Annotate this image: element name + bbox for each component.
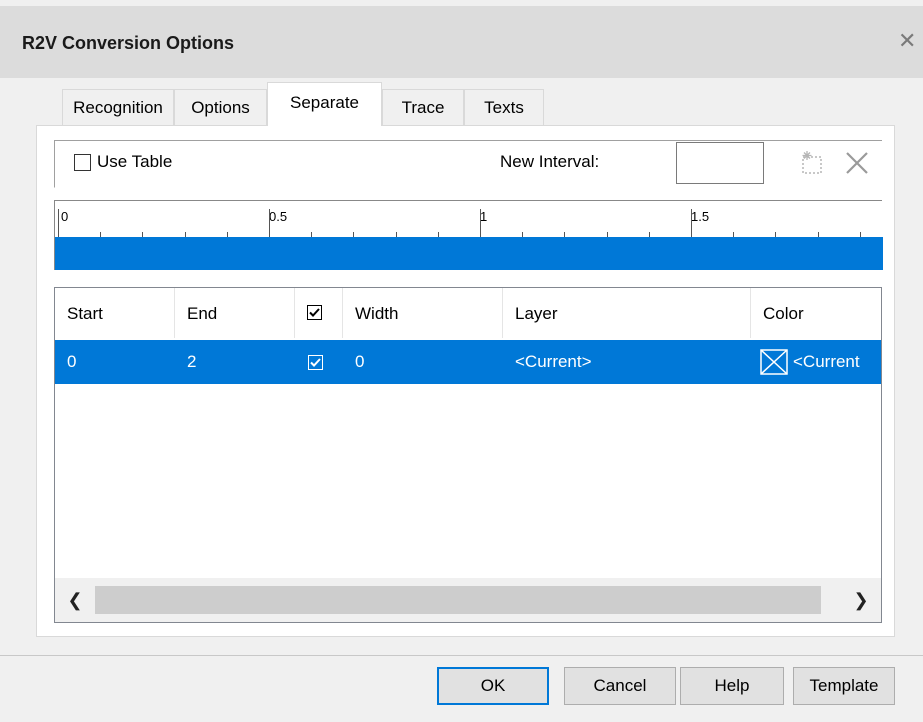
tab-label: Trace: [401, 98, 445, 117]
row-checkbox[interactable]: [308, 355, 323, 370]
check-icon: [309, 308, 320, 317]
new-interval-label: New Interval:: [500, 152, 600, 171]
footer-divider: [0, 655, 923, 656]
scroll-thumb[interactable]: [95, 586, 821, 614]
ruler-label: 1: [480, 209, 488, 224]
tab-label: Options: [191, 98, 250, 117]
color-swatch-icon: [760, 349, 788, 380]
cell-start: 0: [67, 352, 77, 371]
ruler-label: 1.5: [691, 209, 710, 224]
scroll-right-icon[interactable]: ❯: [841, 578, 881, 622]
ruler-tick: [480, 209, 481, 237]
use-table-label: Use Table: [97, 152, 173, 171]
tab-trace[interactable]: Trace: [382, 89, 464, 125]
column-header-color[interactable]: Color: [751, 288, 881, 338]
intervals-table: Start End Width Layer Color 0 2 0 <Curre…: [54, 287, 882, 623]
cell-color: <Current: [793, 352, 860, 371]
help-button[interactable]: Help: [680, 667, 784, 705]
r2v-conversion-options-dialog: R2V Conversion Options ✕ Recognition Opt…: [0, 0, 923, 722]
ruler-tick: [691, 209, 692, 237]
tab-label: Texts: [484, 98, 524, 117]
ruler-label: 0.5: [269, 209, 288, 224]
interval-bar[interactable]: [55, 237, 883, 270]
dialog-title: R2V Conversion Options: [22, 33, 235, 53]
scroll-left-icon[interactable]: ❮: [55, 578, 95, 622]
header-checkbox[interactable]: [307, 305, 322, 320]
column-header-width[interactable]: Width: [343, 288, 503, 338]
tab-texts[interactable]: Texts: [464, 89, 544, 125]
column-header-end[interactable]: End: [175, 288, 295, 338]
cell-end: 2: [187, 352, 197, 371]
tab-separate[interactable]: Separate: [267, 82, 382, 126]
column-header-check[interactable]: [295, 288, 343, 338]
check-icon: [310, 358, 321, 367]
column-header-layer[interactable]: Layer: [503, 288, 751, 338]
column-header-start[interactable]: Start: [55, 288, 175, 338]
template-button[interactable]: Template: [793, 667, 895, 705]
ruler-tick: [58, 209, 59, 237]
table-row[interactable]: 0 2 0 <Current> <Current: [55, 340, 881, 384]
tab-recognition[interactable]: Recognition: [62, 89, 174, 125]
use-table-checkbox[interactable]: [74, 154, 91, 171]
ruler-tick: [269, 209, 270, 237]
tab-options[interactable]: Options: [174, 89, 267, 125]
cell-layer: <Current>: [515, 352, 592, 371]
ruler-label: 0: [61, 209, 69, 224]
ok-button[interactable]: OK: [437, 667, 549, 705]
new-interval-input[interactable]: [676, 142, 764, 184]
interval-ruler[interactable]: 0 0.5 1 1.5: [54, 200, 883, 270]
tab-label: Recognition: [73, 98, 163, 117]
title-bar: R2V Conversion Options ✕: [0, 6, 923, 78]
horizontal-scrollbar[interactable]: ❮ ❯: [55, 578, 881, 622]
tab-label: Separate: [290, 93, 359, 112]
cancel-button[interactable]: Cancel: [564, 667, 676, 705]
close-icon[interactable]: ✕: [898, 28, 916, 54]
add-interval-icon[interactable]: [798, 148, 826, 183]
cell-width: 0: [355, 352, 365, 371]
delete-interval-icon[interactable]: [843, 149, 871, 182]
